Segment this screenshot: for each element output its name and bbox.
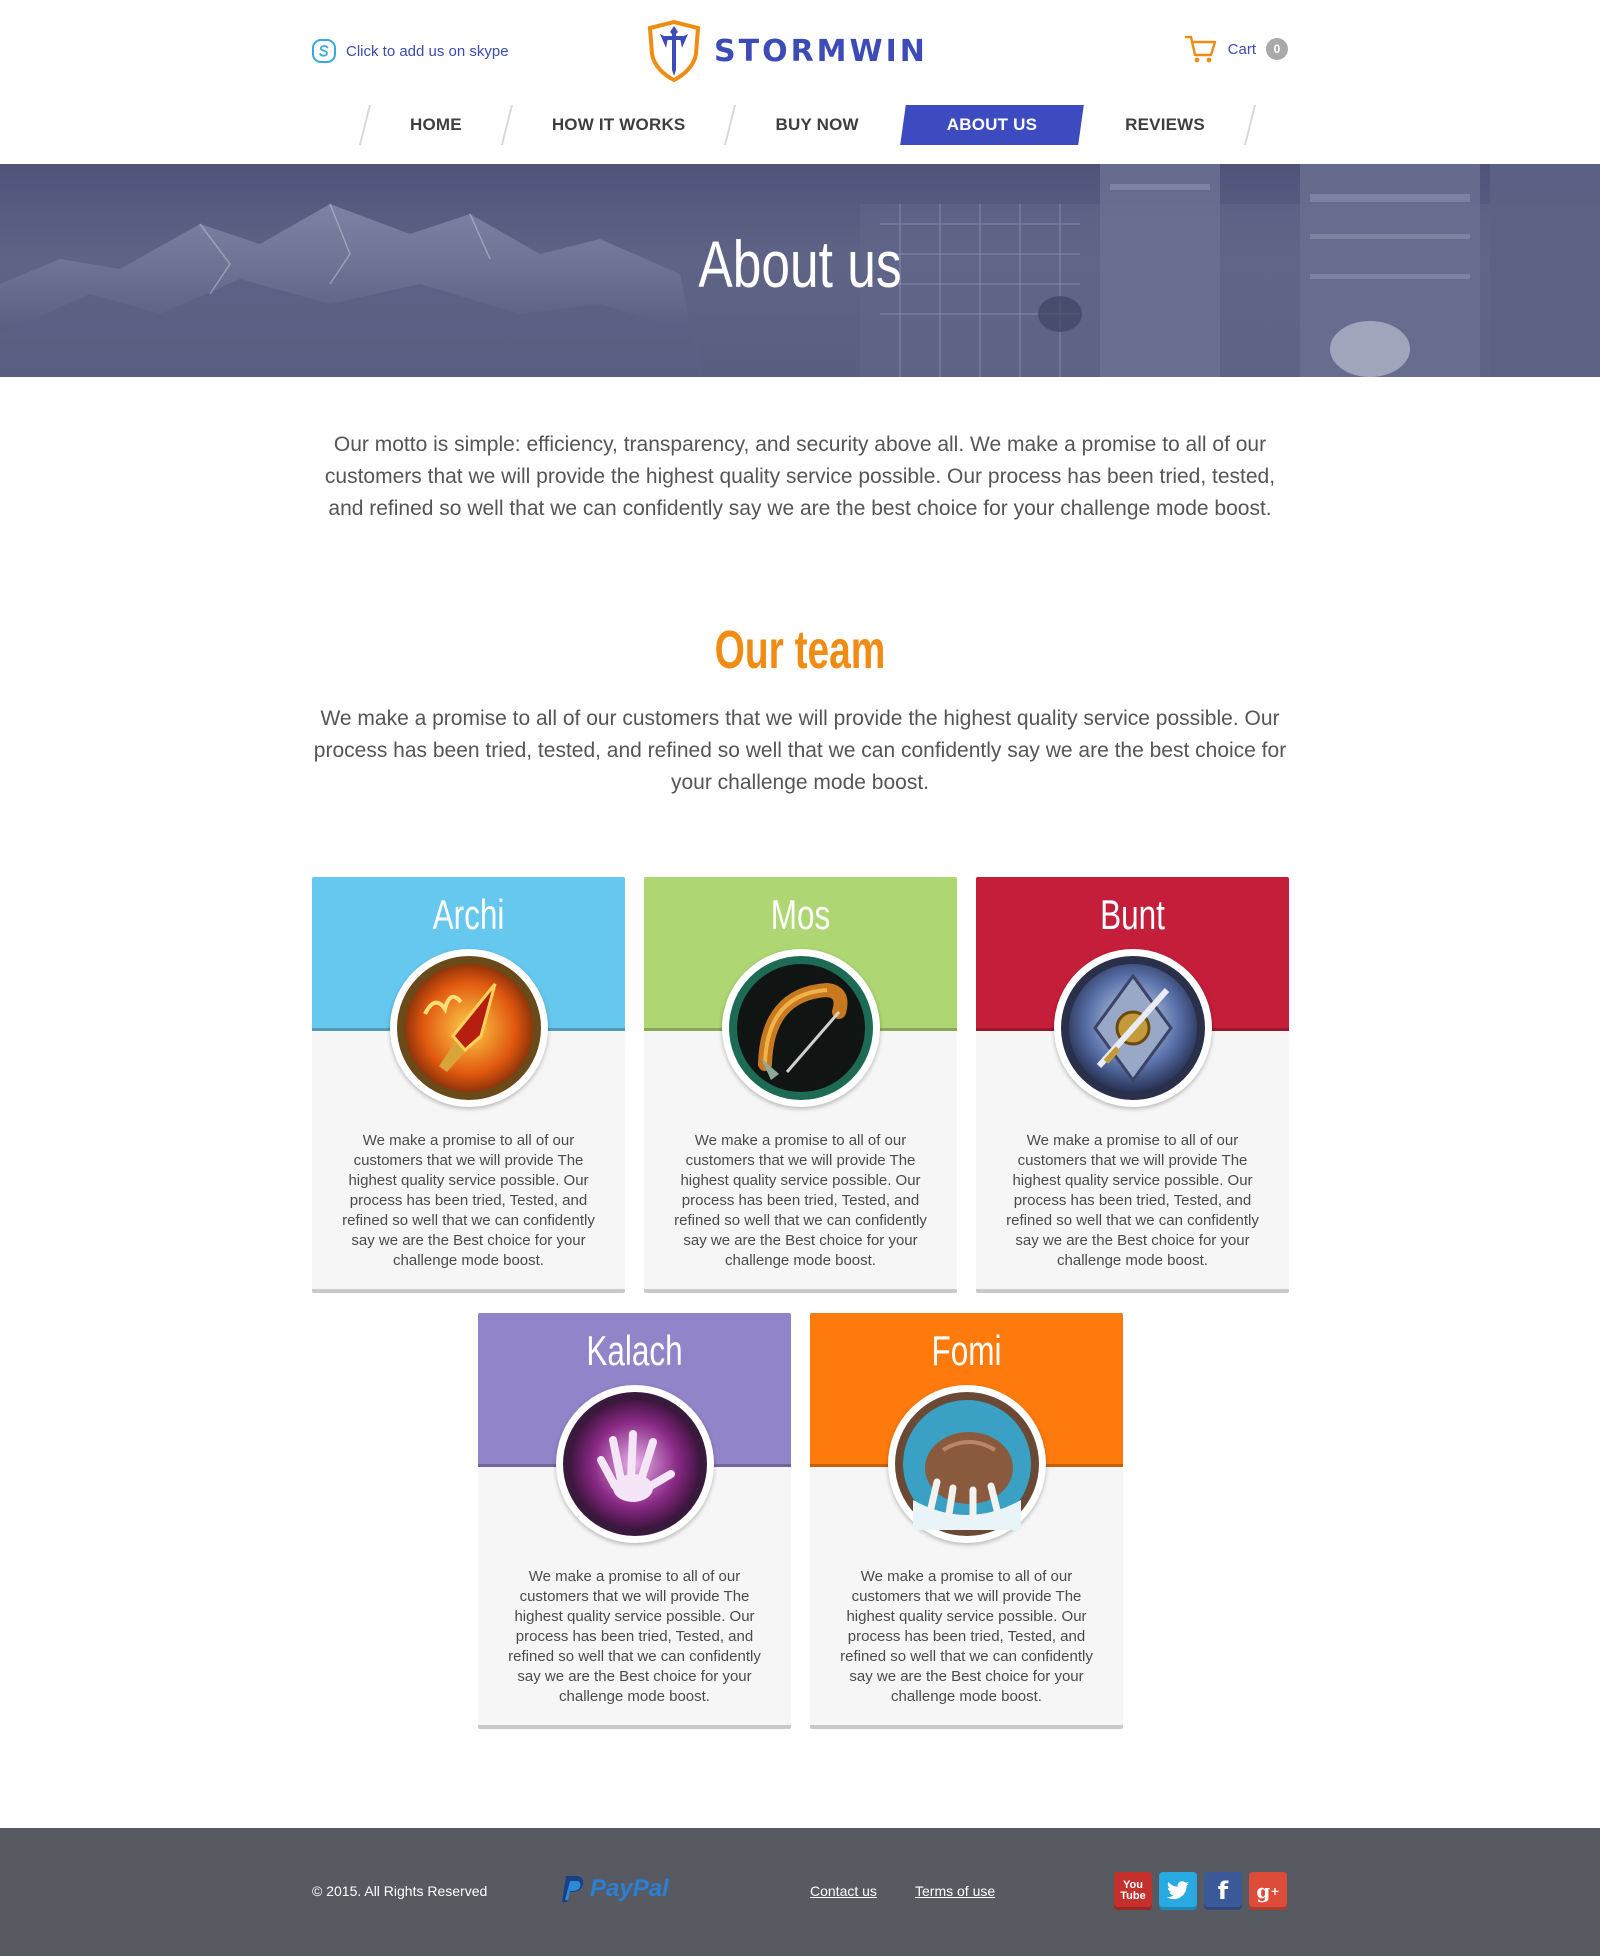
member-name: Fomi — [931, 1327, 1002, 1374]
cart-icon — [1184, 35, 1216, 63]
paypal-logo: PayPal — [560, 1874, 669, 1904]
nav-label: BUY NOW — [775, 115, 859, 134]
team-card-mos: Mos We make a promise to all of our cust… — [644, 877, 957, 1293]
twitter-icon[interactable] — [1159, 1872, 1197, 1910]
member-avatar — [390, 949, 548, 1107]
copyright-text: © 2015. All Rights Reserved — [312, 1883, 488, 1899]
nav-label: REVIEWS — [1125, 115, 1205, 134]
paypal-icon — [562, 1876, 584, 1902]
nav-home[interactable]: HOME — [366, 105, 506, 145]
cart-count-badge: 0 — [1266, 38, 1288, 60]
facebook-icon[interactable]: f — [1204, 1872, 1242, 1910]
team-card-bunt: Bunt We make a promise to all of our cus… — [976, 877, 1289, 1293]
paypal-wordmark: PayPal — [590, 1875, 669, 1902]
social-links: You Tube f g + — [1114, 1872, 1287, 1910]
contact-us-link[interactable]: Contact us — [810, 1883, 877, 1899]
hero-banner: About us — [0, 164, 1600, 377]
member-avatar — [1054, 949, 1212, 1107]
member-name: Kalach — [586, 1327, 683, 1374]
member-bio: We make a promise to all of our customer… — [840, 1568, 1093, 1705]
member-bio: We make a promise to all of our customer… — [674, 1132, 927, 1269]
nav-buy-now[interactable]: BUY NOW — [731, 105, 902, 145]
youtube-icon[interactable]: You Tube — [1114, 1872, 1152, 1910]
skype-link[interactable]: Click to add us on skype — [311, 38, 509, 64]
nav-label: HOW IT WORKS — [551, 115, 686, 134]
flaming-crystal-icon — [397, 956, 541, 1100]
member-bio: We make a promise to all of our customer… — [508, 1568, 761, 1705]
logo-text: STORMWIN — [714, 33, 928, 69]
site-logo[interactable]: STORMWIN — [646, 20, 928, 82]
intro-paragraph: Our motto is simple: efficiency, transpa… — [324, 433, 1276, 520]
terms-of-use-link[interactable]: Terms of use — [915, 1883, 995, 1899]
member-avatar — [888, 1385, 1046, 1543]
nav-reviews[interactable]: REVIEWS — [1081, 105, 1249, 145]
member-name: Archi — [432, 891, 505, 938]
skype-label: Click to add us on skype — [346, 42, 509, 60]
hunter-bow-icon — [729, 956, 873, 1100]
skype-icon — [312, 39, 336, 63]
nav-label: HOME — [410, 115, 462, 134]
bear-claw-icon — [895, 1392, 1039, 1536]
team-heading: Our team — [714, 620, 886, 680]
page-title: About us — [698, 227, 902, 301]
team-intro-paragraph: We make a promise to all of our customer… — [313, 707, 1287, 794]
member-name: Mos — [770, 891, 831, 938]
site-footer: © 2015. All Rights Reserved PayPal Conta… — [0, 1828, 1600, 1956]
member-avatar — [722, 949, 880, 1107]
member-avatar — [556, 1385, 714, 1543]
nav-label: ABOUT US — [946, 115, 1038, 134]
site-header: Click to add us on skype STORMWIN Cart 0… — [0, 0, 1600, 164]
shadow-hand-icon — [563, 1392, 707, 1536]
main-nav: HOME HOW IT WORKS BUY NOW ABOUT US REVIE… — [359, 105, 1256, 145]
member-name: Bunt — [1100, 891, 1165, 938]
nav-how-it-works[interactable]: HOW IT WORKS — [508, 105, 730, 145]
google-plus-icon[interactable]: g + — [1249, 1872, 1287, 1910]
team-card-archi: Archi We make a promise to all of our cu… — [312, 877, 625, 1293]
cart-button[interactable]: Cart 0 — [1184, 33, 1288, 65]
nav-about-us[interactable]: ABOUT US — [903, 105, 1081, 145]
team-card-kalach: Kalach We make a promise to all of our c… — [478, 1313, 791, 1729]
member-bio: We make a promise to all of our customer… — [342, 1132, 595, 1269]
shield-sword-logo-icon — [647, 20, 701, 82]
shield-sword-icon — [1061, 956, 1205, 1100]
member-bio: We make a promise to all of our customer… — [1006, 1132, 1259, 1269]
cart-label: Cart — [1227, 40, 1256, 58]
team-card-fomi: Fomi We make a promise to all of our cus… — [810, 1313, 1123, 1729]
